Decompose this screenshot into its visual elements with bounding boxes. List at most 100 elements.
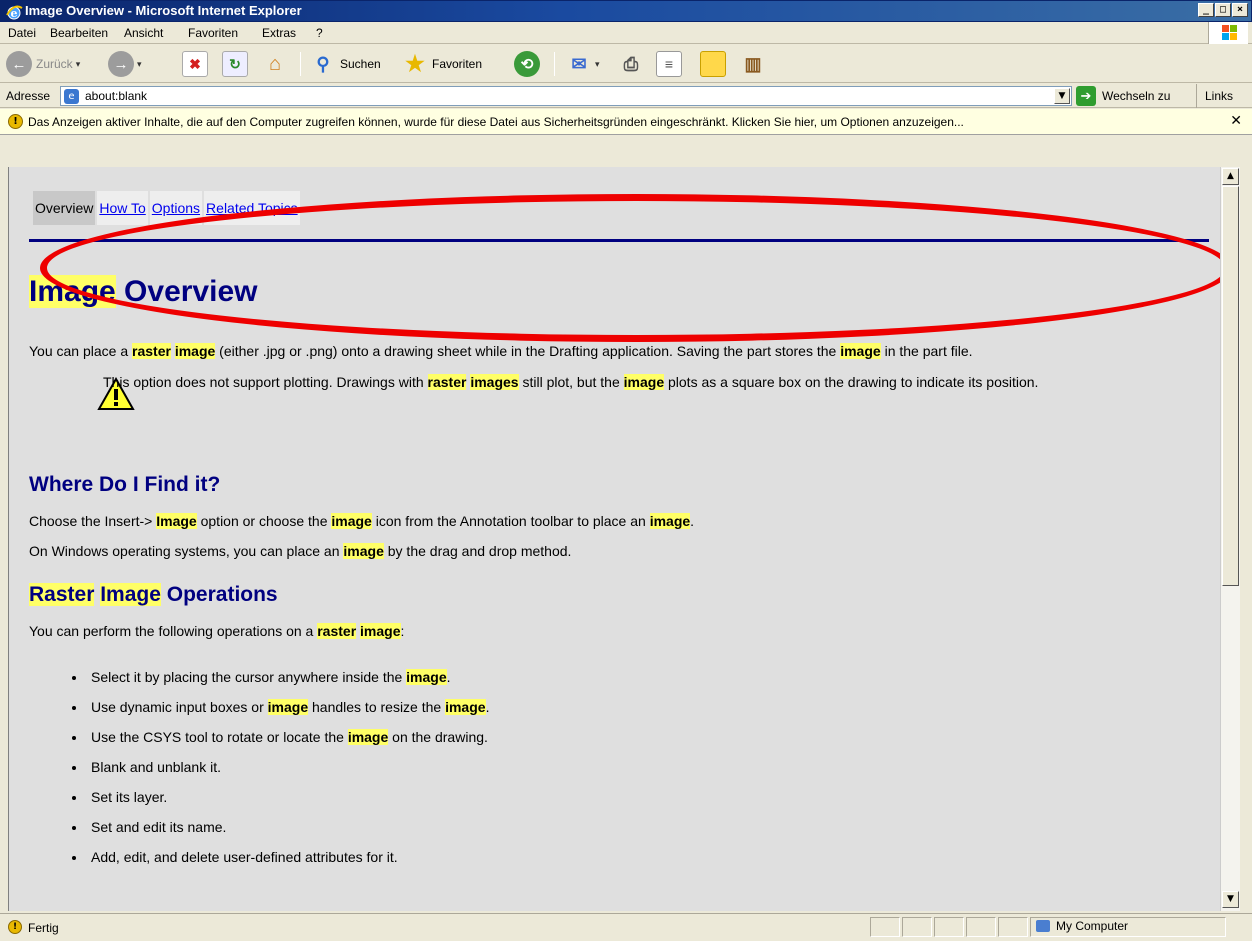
computer-icon	[1036, 920, 1050, 932]
tab-strip: Overview How To Options Related Topics	[33, 191, 302, 225]
status-cell	[966, 917, 996, 937]
search-highlight: images	[470, 374, 519, 390]
back-button[interactable]: ← Zurück ▾	[6, 50, 80, 78]
minimize-button[interactable]: _	[1198, 3, 1214, 17]
tab-options-link[interactable]: Options	[152, 200, 200, 216]
status-bar: ! Fertig My Computer	[0, 913, 1252, 941]
where-paragraph-2: On Windows operating systems, you can pl…	[29, 543, 572, 559]
stop-icon: ✖	[182, 51, 208, 77]
mail-button[interactable]: ✉ ▾	[566, 50, 600, 78]
close-icon[interactable]: ✕	[1230, 113, 1242, 129]
internet-explorer-icon: e	[6, 5, 23, 20]
search-label: Suchen	[340, 57, 381, 71]
chevron-down-icon: ▾	[595, 58, 600, 69]
scroll-down-icon[interactable]: ▼	[1222, 891, 1239, 908]
discuss-button[interactable]	[700, 50, 726, 78]
status-shield-icon: !	[8, 920, 22, 934]
go-button[interactable]: ➔ Wechseln zu	[1076, 86, 1170, 106]
star-icon: ★	[405, 51, 425, 76]
history-button[interactable]: ⟲	[514, 50, 540, 78]
list-item: Blank and unblank it.	[87, 757, 489, 787]
scrollbar-thumb[interactable]	[1222, 186, 1239, 586]
tab-how-to-link[interactable]: How To	[99, 200, 145, 216]
chevron-down-icon: ▾	[75, 58, 81, 69]
where-paragraph-1: Choose the Insert-> Image option or choo…	[29, 513, 695, 529]
search-icon: ⚲	[316, 53, 330, 74]
maximize-button[interactable]: □	[1215, 3, 1231, 17]
favorites-button[interactable]: ★ Favoriten	[402, 50, 482, 78]
page-title: Image Overview	[29, 275, 257, 309]
operations-intro: You can perform the following operations…	[29, 623, 405, 639]
status-text: Fertig	[28, 921, 59, 935]
list-item: Add, edit, and delete user-defined attri…	[87, 847, 489, 877]
list-item: Select it by placing the cursor anywhere…	[87, 667, 489, 697]
mail-icon: ✉	[571, 53, 587, 74]
close-button[interactable]: ×	[1232, 3, 1248, 17]
where-heading: Where Do I Find it?	[29, 473, 221, 496]
warning-note: This option does not support plotting. D…	[103, 374, 1039, 390]
home-button[interactable]: ⌂	[262, 50, 288, 78]
tab-options[interactable]: Options	[149, 191, 203, 225]
shield-icon: !	[8, 114, 23, 129]
note-icon	[700, 51, 726, 77]
tab-related-topics[interactable]: Related Topics	[204, 191, 300, 225]
back-label: Zurück	[36, 57, 73, 71]
search-highlight: image	[649, 513, 691, 529]
research-button[interactable]: ▥	[740, 50, 766, 78]
search-button[interactable]: ⚲ Suchen	[310, 50, 381, 78]
address-input[interactable]: e about:blank ▼	[60, 86, 1072, 106]
search-highlight: raster	[317, 623, 357, 639]
search-highlight: image	[840, 343, 881, 359]
status-cell	[998, 917, 1028, 937]
information-bar-message[interactable]: Das Anzeigen aktiver Inhalte, die auf de…	[28, 115, 964, 129]
tab-related-topics-link[interactable]: Related Topics	[206, 200, 298, 216]
scroll-up-icon[interactable]: ▲	[1222, 168, 1239, 185]
go-arrow-icon: ➔	[1076, 86, 1096, 106]
toolbar-separator	[300, 52, 301, 76]
toolbar: ← Zurück ▾ → ▾ ✖ ↻ ⌂ ⚲ Suchen ★ Favorite…	[0, 44, 1252, 83]
menu-help[interactable]: ?	[316, 26, 323, 40]
edit-button[interactable]: ≡	[656, 50, 682, 78]
search-highlight: raster	[132, 343, 171, 359]
edit-icon: ≡	[656, 51, 682, 77]
menu-ansicht[interactable]: Ansicht	[124, 26, 163, 40]
menu-datei[interactable]: Datei	[8, 26, 36, 40]
security-zone: My Computer	[1036, 919, 1128, 933]
address-url: about:blank	[85, 89, 148, 103]
list-item: Use the CSYS tool to rotate or locate th…	[87, 727, 489, 757]
menu-bearbeiten[interactable]: Bearbeiten	[50, 26, 108, 40]
list-item: Set its layer.	[87, 787, 489, 817]
list-item: Set and edit its name.	[87, 817, 489, 847]
window-title: Image Overview - Microsoft Internet Expl…	[25, 3, 302, 18]
refresh-button[interactable]: ↻	[222, 50, 248, 78]
forward-arrow-icon: →	[108, 51, 134, 77]
home-icon: ⌂	[268, 52, 282, 75]
links-button[interactable]: Links	[1196, 84, 1233, 108]
tab-overview[interactable]: Overview	[33, 191, 96, 225]
zone-label: My Computer	[1056, 919, 1129, 933]
search-highlight: Image	[100, 583, 161, 606]
search-highlight: image	[445, 699, 486, 715]
research-icon: ▥	[744, 53, 762, 74]
address-bar: Adresse e about:blank ▼ ➔ Wechseln zu Li…	[0, 84, 1252, 108]
status-cell	[870, 917, 900, 937]
page-icon: e	[64, 89, 79, 104]
vertical-scrollbar[interactable]: ▲ ▼	[1220, 167, 1240, 911]
stop-button[interactable]: ✖	[182, 50, 208, 78]
go-label: Wechseln zu	[1102, 89, 1171, 103]
search-highlight: Image	[29, 275, 116, 308]
information-bar[interactable]: ! Das Anzeigen aktiver Inhalte, die auf …	[0, 109, 1252, 135]
tab-how-to[interactable]: How To	[97, 191, 148, 225]
chevron-down-icon[interactable]: ▼	[1054, 88, 1070, 104]
search-highlight: image	[331, 513, 372, 529]
status-cell	[934, 917, 964, 937]
menu-favoriten[interactable]: Favoriten	[188, 26, 238, 40]
menu-extras[interactable]: Extras	[262, 26, 296, 40]
print-button[interactable]: ⎙	[618, 50, 644, 78]
title-bar: e Image Overview - Microsoft Internet Ex…	[0, 0, 1252, 22]
status-cell	[902, 917, 932, 937]
search-highlight: image	[174, 343, 216, 359]
forward-button[interactable]: → ▾	[108, 50, 142, 78]
refresh-icon: ↻	[222, 51, 248, 77]
toolbar-separator	[554, 52, 555, 76]
